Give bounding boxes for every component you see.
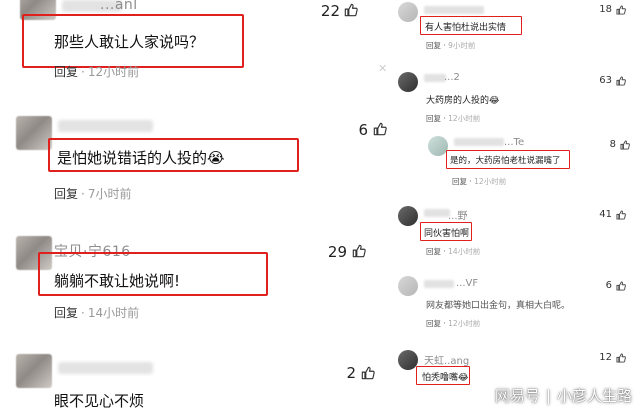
reply-link[interactable]: 回复 [426, 114, 441, 123]
comment-text: 大药房的人投的😂 [426, 93, 500, 106]
reply-link[interactable]: 回复 [426, 41, 441, 50]
comment-meta: 回复 · 12小时前 [426, 319, 481, 328]
username-blurred [454, 138, 504, 146]
username-blurred [424, 209, 450, 217]
comment-text: 怕秃噜嘴😂 [422, 370, 469, 383]
thumbs-up-icon[interactable] [361, 366, 375, 380]
like-count: 29 [327, 243, 347, 261]
comment-text: 那些人敢让人家说吗？ [54, 33, 205, 51]
username-blurred [424, 6, 484, 14]
watermark-author: 小彦人生路 [556, 387, 632, 405]
avatar[interactable] [398, 2, 418, 22]
avatar[interactable] [16, 354, 52, 388]
timestamp: 7小时前 [87, 187, 132, 201]
like-count: 8 [609, 139, 616, 150]
watermark: 网易号 | 小彦人生路 [495, 385, 632, 406]
timestamp: 12小时前 [448, 319, 481, 328]
thumbs-up-icon[interactable] [616, 5, 626, 15]
avatar[interactable] [398, 276, 418, 296]
username[interactable]: 天虹..ang [424, 352, 469, 367]
crying-laugh-emoji: 😭 [207, 149, 225, 167]
username[interactable]: ...Te [504, 137, 524, 148]
timestamp: 14小时前 [87, 306, 140, 320]
like-count: 41 [599, 209, 612, 220]
timestamp: 12小时前 [448, 114, 481, 123]
comment-text: 是怕她说错话的人投的😭 [57, 147, 225, 168]
reply-link[interactable]: 回复 [426, 319, 441, 328]
watermark-brand: 网易号 [494, 387, 540, 405]
comment-text-body: 怕秃噜嘴 [422, 373, 459, 383]
comment-meta: 回复 · 12小时前 [54, 65, 140, 79]
username[interactable]: ...野 [448, 207, 468, 222]
thumbs-up-icon[interactable] [616, 210, 626, 220]
comment-text: 躺躺不敢让她说啊! [54, 272, 181, 290]
username[interactable]: ...2 [444, 72, 460, 83]
avatar[interactable] [16, 116, 52, 150]
watermark-separator: | [545, 387, 551, 405]
comment-meta: 回复 · 14小时前 [54, 306, 140, 320]
thumbs-up-icon[interactable] [620, 140, 630, 150]
reply-link[interactable]: 回复 [54, 306, 78, 320]
reply-link[interactable]: 回复 [426, 247, 441, 256]
username-blurred [424, 280, 454, 288]
like-count: 63 [599, 75, 612, 86]
like-count: 2 [346, 364, 356, 382]
laughing-emoji: 😂 [458, 373, 469, 383]
comment-meta: 回复 · 12小时前 [426, 114, 481, 123]
timestamp: 12小时前 [87, 65, 140, 79]
timestamp: 12小时前 [474, 177, 507, 186]
avatar[interactable] [398, 72, 418, 92]
username[interactable]: ...VF [456, 278, 478, 289]
like-count: 18 [599, 4, 612, 15]
comment-text: 眼不见心不烦 [54, 392, 145, 410]
thumbs-up-icon[interactable] [616, 281, 626, 291]
comment-text: 是的，大药房怕老杜说漏嘴了 [450, 156, 561, 166]
username-blurred [58, 120, 153, 132]
thumbs-up-icon[interactable] [373, 122, 387, 136]
thumbs-up-icon[interactable] [616, 353, 626, 363]
like-count: 12 [599, 352, 612, 363]
avatar[interactable] [398, 350, 418, 370]
comment-text: 同伙害怕啊 [424, 229, 470, 239]
thumbs-up-icon[interactable] [344, 3, 358, 17]
username-blurred [58, 362, 153, 374]
username[interactable]: ...anl [100, 0, 138, 13]
avatar[interactable] [428, 136, 448, 156]
comment-meta: 回复 · 9小时前 [426, 41, 476, 50]
timestamp: 14小时前 [448, 247, 481, 256]
comment-meta: 回复 · 14小时前 [426, 247, 481, 256]
thumbs-up-icon[interactable] [616, 76, 626, 86]
reply-link[interactable]: 回复 [452, 177, 467, 186]
reply-link[interactable]: 回复 [54, 187, 78, 201]
comment-text-body: 是怕她说错话的人投的 [57, 149, 208, 167]
comment-meta: 回复 · 12小时前 [452, 177, 507, 186]
comment-text-body: 大药房的人投的 [426, 96, 490, 106]
like-count: 6 [358, 121, 368, 139]
comment-meta: 回复 · 7小时前 [54, 187, 132, 201]
avatar[interactable] [398, 206, 418, 226]
laughing-emoji: 😂 [489, 96, 500, 106]
like-count: 6 [605, 280, 612, 291]
timestamp: 9小时前 [448, 41, 476, 50]
comment-text: 网友都等她口出金句，真相大白呢。 [426, 301, 571, 311]
more-options-icon[interactable]: ✕ [378, 62, 387, 75]
like-count: 22 [320, 2, 340, 20]
thumbs-up-icon[interactable] [352, 244, 366, 258]
reply-link[interactable]: 回复 [54, 65, 78, 79]
comment-text: 有人害怕杜说出实情 [425, 23, 507, 33]
username-blurred [424, 74, 446, 82]
